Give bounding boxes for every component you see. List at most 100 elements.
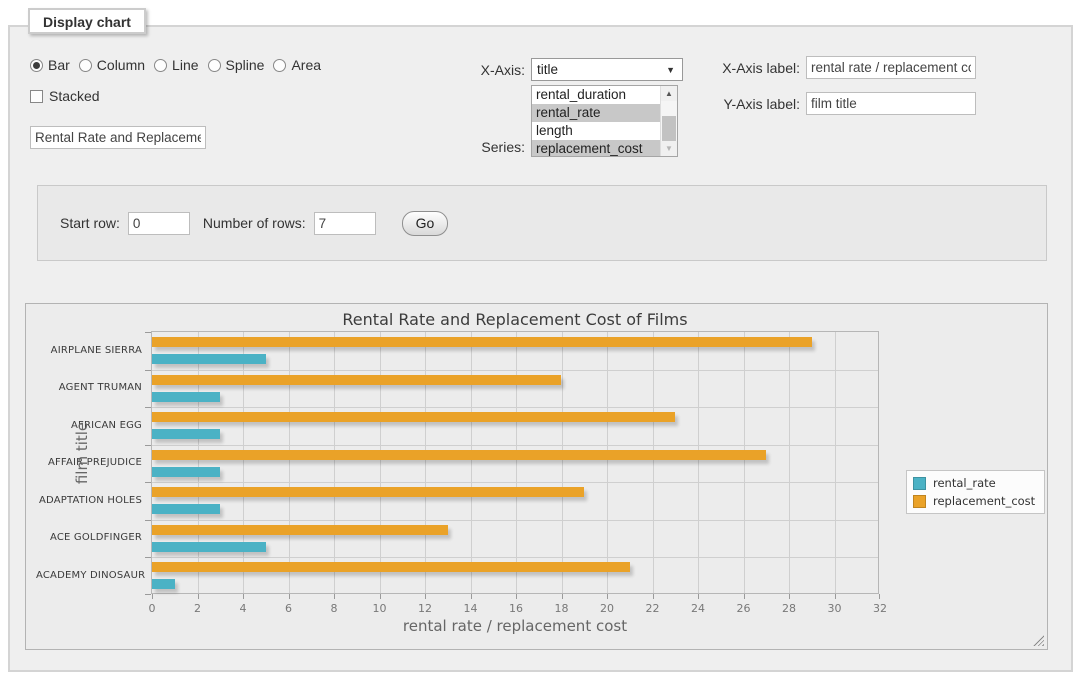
bar-rental_rate [152, 392, 220, 402]
legend-label-replacement_cost: replacement_cost [933, 494, 1035, 508]
x-tickmark-20 [607, 594, 608, 599]
chart-type-radio-column[interactable] [79, 59, 92, 72]
y-tickmark-5 [145, 520, 151, 521]
chart-type-radio-line[interactable] [154, 59, 167, 72]
chart-type-label-column: Column [97, 57, 145, 73]
x-tick-label-14: 14 [453, 602, 489, 615]
x-tickmark-10 [380, 594, 381, 599]
x-tick-label-4: 4 [225, 602, 261, 615]
resize-handle-icon[interactable] [1033, 635, 1044, 646]
y-tickmark-4 [145, 482, 151, 483]
x-tick-label-30: 30 [817, 602, 853, 615]
y-tickmark-7 [145, 594, 151, 595]
gridline-x-4 [243, 332, 244, 593]
chart-type-option-column[interactable]: Column [79, 57, 145, 73]
x-axis-label-label: X-Axis label: [700, 60, 800, 76]
num-rows-input[interactable] [314, 212, 376, 235]
chart-type-option-area[interactable]: Area [273, 57, 321, 73]
y-axis-label-input[interactable] [806, 92, 976, 115]
category-label: ACE GOLDFINGER [36, 532, 142, 543]
chart-type-label-line: Line [172, 57, 198, 73]
gridline-x-28 [789, 332, 790, 593]
bar-rental_rate [152, 467, 220, 477]
start-row-input[interactable] [128, 212, 190, 235]
gridline-x-20 [607, 332, 608, 593]
series-list-scrollbar[interactable]: ▲ ▼ [660, 86, 677, 156]
y-tickmark-1 [145, 370, 151, 371]
bar-rental_rate [152, 504, 220, 514]
x-axis-label-input[interactable] [806, 56, 976, 79]
series-listbox[interactable]: rental_durationrental_ratelengthreplacem… [531, 85, 678, 157]
x-tick-label-20: 20 [589, 602, 625, 615]
chart-title-input[interactable] [30, 126, 206, 149]
y-tickmark-0 [145, 332, 151, 333]
x-tickmark-32 [879, 594, 880, 599]
category-label: ACADEMY DINOSAUR [36, 570, 142, 581]
legend-item-replacement_cost: replacement_cost [913, 494, 1035, 508]
bar-replacement_cost [152, 337, 812, 347]
series-option-length[interactable]: length [532, 122, 660, 140]
page: Display chart Bar Column Line Spline Area St… [0, 0, 1081, 681]
x-tick-label-16: 16 [498, 602, 534, 615]
x-axis-select[interactable]: title ▼ [531, 58, 683, 81]
chart-legend: rental_rate replacement_cost [906, 470, 1045, 514]
chart-type-radio-group: Bar Column Line Spline Area [30, 57, 321, 73]
x-tickmark-26 [744, 594, 745, 599]
x-tickmark-12 [425, 594, 426, 599]
chart-title: Rental Rate and Replacement Cost of Film… [151, 310, 879, 329]
series-option-rental_rate[interactable]: rental_rate [532, 104, 660, 122]
stacked-checkbox[interactable] [30, 90, 43, 103]
x-tick-label-32: 32 [862, 602, 898, 615]
series-label: Series: [445, 139, 525, 155]
bar-replacement_cost [152, 375, 561, 385]
x-tick-label-24: 24 [680, 602, 716, 615]
y-axis-label-label: Y-Axis label: [700, 96, 800, 112]
gridline-y-1 [152, 370, 878, 371]
x-tick-label-22: 22 [635, 602, 671, 615]
x-tickmark-28 [789, 594, 790, 599]
chart-type-option-line[interactable]: Line [154, 57, 198, 73]
gridline-y-4 [152, 482, 878, 483]
x-tickmark-18 [562, 594, 563, 599]
legend-label-rental_rate: rental_rate [933, 476, 996, 490]
series-option-rental_duration[interactable]: rental_duration [532, 86, 660, 104]
gridline-x-12 [425, 332, 426, 593]
scroll-up-icon[interactable]: ▲ [661, 86, 677, 101]
chevron-down-icon: ▼ [666, 65, 675, 75]
chart-type-radio-bar[interactable] [30, 59, 43, 72]
chart-type-radio-area[interactable] [273, 59, 286, 72]
y-tickmark-3 [145, 445, 151, 446]
gridline-y-3 [152, 445, 878, 446]
start-row-label: Start row: [60, 215, 120, 231]
series-option-replacement_cost[interactable]: replacement_cost [532, 140, 660, 156]
gridline-x-30 [835, 332, 836, 593]
chart-y-axis-label: film title [73, 393, 91, 513]
bar-replacement_cost [152, 412, 675, 422]
chart-container: Rental Rate and Replacement Cost of Film… [25, 303, 1048, 650]
bar-replacement_cost [152, 525, 448, 535]
gridline-y-6 [152, 557, 878, 558]
bar-replacement_cost [152, 562, 630, 572]
scrollbar-thumb[interactable] [662, 116, 676, 142]
chart-type-option-spline[interactable]: Spline [208, 57, 265, 73]
stacked-option[interactable]: Stacked [30, 88, 100, 104]
x-tickmark-30 [835, 594, 836, 599]
x-tick-label-0: 0 [134, 602, 170, 615]
scroll-down-icon[interactable]: ▼ [661, 141, 677, 156]
gridline-x-22 [653, 332, 654, 593]
chart-type-radio-spline[interactable] [208, 59, 221, 72]
x-tickmark-6 [289, 594, 290, 599]
x-tickmark-14 [471, 594, 472, 599]
x-tick-label-2: 2 [180, 602, 216, 615]
chart-type-option-bar[interactable]: Bar [30, 57, 70, 73]
gridline-x-14 [471, 332, 472, 593]
rows-controls: Start row: Number of rows: Go [60, 186, 448, 260]
x-tick-label-18: 18 [544, 602, 580, 615]
x-tick-label-6: 6 [271, 602, 307, 615]
legend-swatch-rental_rate [913, 477, 926, 490]
go-button[interactable]: Go [402, 211, 449, 236]
gridline-x-10 [380, 332, 381, 593]
chart-type-label-bar: Bar [48, 57, 70, 73]
panel-title: Display chart [28, 8, 146, 34]
x-axis-select-label: X-Axis: [445, 62, 525, 78]
